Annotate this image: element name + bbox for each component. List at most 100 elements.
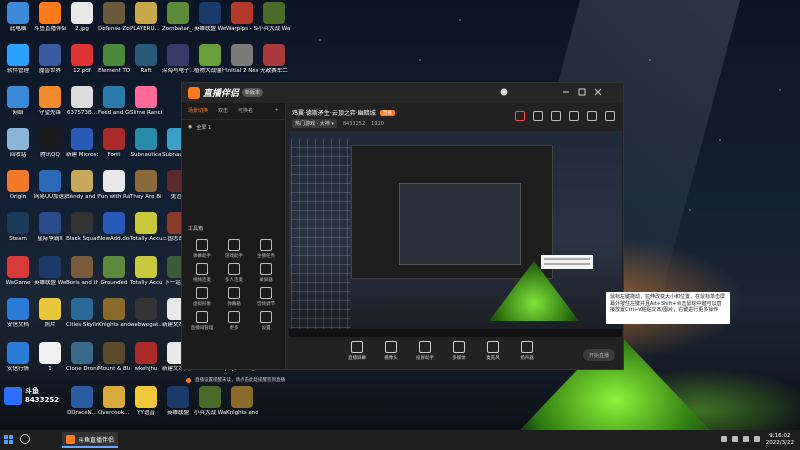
tool-item[interactable]: 直播间管理 bbox=[186, 311, 218, 331]
volume-icon[interactable] bbox=[743, 436, 749, 442]
desktop-icon[interactable]: 637573B... bbox=[66, 86, 98, 117]
desktop-icon[interactable]: Mount & Blade II ... bbox=[98, 342, 130, 373]
settings-icon[interactable] bbox=[587, 111, 597, 121]
desktop-icon[interactable]: Totally Accurate... bbox=[130, 212, 162, 243]
desktop-icon[interactable]: 腾讯QQ bbox=[34, 128, 66, 159]
desktop-icon[interactable]: 小兵大战 Warpips bbox=[194, 386, 226, 417]
desktop-icon[interactable]: 安信文档 bbox=[2, 298, 34, 329]
desktop-icon[interactable]: Knights and Merchants... bbox=[226, 386, 258, 417]
avatar-icon[interactable] bbox=[500, 88, 508, 96]
desktop-icon[interactable]: 英雄联盟 bbox=[162, 386, 194, 417]
desktop-icon[interactable]: Warpips - Soundtrack bbox=[226, 2, 258, 33]
scene-item[interactable]: ◉ 全屏 1 bbox=[182, 120, 285, 135]
desktop-icon[interactable]: 1 bbox=[34, 342, 66, 373]
desktop-icon[interactable]: 安信行情 bbox=[2, 342, 34, 373]
bottom-tool[interactable]: 投屏助手 bbox=[414, 341, 436, 361]
tool-item[interactable]: 音频调节 bbox=[250, 287, 282, 307]
desktop-icon[interactable]: They Are Billions bbox=[130, 170, 162, 201]
desktop-icon[interactable]: 软件管理 bbox=[2, 44, 34, 75]
desktop-icon[interactable]: Overcook... 2 bbox=[98, 386, 130, 417]
desktop-icon[interactable]: 无敌赛车二 bbox=[258, 44, 290, 75]
bottom-tool[interactable]: 摄像头 bbox=[380, 341, 402, 361]
notice-bar[interactable]: 直播设置提醒未读，请点击此处提醒签到直播 bbox=[186, 377, 285, 383]
desktop-icon[interactable]: Fortt bbox=[98, 128, 130, 159]
tab-scene-3[interactable]: 可换名 bbox=[238, 107, 253, 115]
tool-item[interactable]: 弹幕助手 bbox=[186, 239, 218, 259]
desktop-icon[interactable]: Knights and Merchants bbox=[98, 298, 130, 329]
close-icon[interactable] bbox=[594, 88, 602, 96]
tool-item[interactable]: 主播任务 bbox=[250, 239, 282, 259]
add-scene-icon[interactable]: + bbox=[275, 107, 279, 115]
desktop-icon[interactable]: 回收站 bbox=[2, 128, 34, 159]
desktop-icon[interactable]: 英雄联盟 WeGame版 bbox=[34, 256, 66, 287]
tool-item[interactable]: 设置 bbox=[250, 311, 282, 331]
desktop-icon[interactable]: 斗鱼直播伴侣 bbox=[34, 2, 66, 33]
desktop-icon[interactable]: 照片 bbox=[34, 298, 66, 329]
tool-item[interactable]: 更多 bbox=[218, 311, 250, 331]
desktop-icon[interactable]: Feed and Grow Fish bbox=[98, 86, 130, 117]
desktop-icon[interactable]: 2.jpg bbox=[66, 2, 98, 33]
room-title[interactable]: 鸡翼·德斯矛生·云顶之弈·幽暗城 bbox=[292, 108, 376, 117]
desktop-icon[interactable]: webwegat... bbox=[130, 298, 162, 329]
stream-preview[interactable] bbox=[289, 131, 622, 337]
desktop-icon[interactable]: 网易UU加速器 bbox=[34, 170, 66, 201]
minimize-icon[interactable] bbox=[562, 88, 570, 96]
tab-scene-switch[interactable]: 场景切换 bbox=[188, 107, 208, 115]
bottom-tool[interactable]: 扬声器 bbox=[516, 341, 538, 361]
window-titlebar[interactable]: 直播伴侣 新版本 bbox=[182, 83, 623, 103]
share-icon[interactable] bbox=[605, 111, 615, 121]
desktop-icon[interactable]: 魔兽世界 bbox=[34, 44, 66, 75]
desktop-icon[interactable]: Boris and the Dar... bbox=[66, 256, 98, 287]
desktop-icon[interactable]: Subnautica bbox=[130, 128, 162, 159]
taskbar-app-douyu[interactable]: 斗鱼直播伴侣 bbox=[62, 432, 119, 448]
desktop-icon[interactable]: PLAYERU... BATTLEGR... bbox=[130, 2, 162, 33]
tool-item[interactable]: 弹幕箱 bbox=[218, 287, 250, 307]
desktop-icon[interactable]: Fun with Ragdoll... bbox=[98, 170, 130, 201]
douyu-live-companion-window[interactable]: 直播伴侣 新版本 场景切换 双击 可换名 + ◉ 全屏 1 工具箱 弹幕助手 游戏… bbox=[181, 82, 624, 383]
version-badge[interactable]: 新版本 bbox=[242, 88, 264, 97]
desktop-icon[interactable]: Zombatar_... bbox=[162, 2, 194, 33]
input-method-icon[interactable] bbox=[754, 436, 760, 442]
desktop-icon[interactable]: Cities Skylines bbox=[66, 298, 98, 329]
desktop-icon[interactable]: 小兵大战 Warpips ... bbox=[258, 2, 290, 33]
bag-icon[interactable] bbox=[551, 111, 561, 121]
eye-icon[interactable]: ◉ bbox=[188, 124, 192, 131]
category-select[interactable]: 热门游戏 · 大神 ▾ bbox=[292, 119, 337, 128]
desktop-icon[interactable]: Raft bbox=[130, 44, 162, 75]
desktop-icon[interactable]: 新建 Microsoft ... bbox=[66, 128, 98, 159]
tray-chevron-icon[interactable] bbox=[721, 436, 727, 442]
desktop-icon[interactable]: 植物大战僵尸2010年度版 bbox=[194, 44, 226, 75]
system-clock[interactable]: 9:16:02 2022/3/22 bbox=[766, 433, 794, 447]
desktop-icon[interactable]: Grounded bbox=[98, 256, 130, 287]
desktop-icon[interactable]: Clone Drone in t... bbox=[66, 342, 98, 373]
maximize-icon[interactable] bbox=[578, 88, 586, 96]
desktop-icon[interactable]: Defense Zone 3 Ul... bbox=[98, 2, 130, 33]
gift-icon[interactable] bbox=[515, 111, 525, 121]
search-icon[interactable] bbox=[20, 434, 30, 444]
desktop-icon[interactable]: DDraceN... bbox=[66, 386, 98, 417]
desktop-icon[interactable]: Black Squad bbox=[66, 212, 98, 243]
desktop-icon[interactable]: 深海与电子... bbox=[162, 44, 194, 75]
desktop-icon[interactable]: NewAdd.docx bbox=[98, 212, 130, 243]
desktop-icon[interactable]: 守望先锋 bbox=[34, 86, 66, 117]
desktop-icon[interactable]: Initial 2 New Stone bbox=[226, 44, 258, 75]
desktop-icon[interactable]: 星际争霸II bbox=[34, 212, 66, 243]
tool-item[interactable]: 录屏器 bbox=[250, 263, 282, 283]
desktop-icon[interactable]: WeGame bbox=[2, 256, 34, 287]
tool-item[interactable]: 虚拟形象 bbox=[186, 287, 218, 307]
desktop-icon[interactable]: Bendy and the Ink ... bbox=[66, 170, 98, 201]
lock-icon[interactable] bbox=[533, 111, 543, 121]
bottom-tool[interactable]: 直播屏幕 bbox=[346, 341, 368, 361]
desktop-icon[interactable]: 英雄联盟 WeGame版 bbox=[194, 2, 226, 33]
desktop-icon[interactable]: Origin bbox=[2, 170, 34, 201]
desktop-icon[interactable]: 12.pdf bbox=[66, 44, 98, 75]
chart-icon[interactable] bbox=[569, 111, 579, 121]
desktop-icon[interactable]: 此电脑 bbox=[2, 2, 34, 33]
desktop-icon[interactable]: Slime Rancher bbox=[130, 86, 162, 117]
tab-scene-2[interactable]: 双击 bbox=[218, 107, 228, 115]
network-icon[interactable] bbox=[732, 436, 738, 442]
desktop-icon[interactable]: Element TD 2 bbox=[98, 44, 130, 75]
desktop-icon[interactable]: Totally Accurate... bbox=[130, 256, 162, 287]
desktop-icon[interactable]: YY语音 bbox=[130, 386, 162, 417]
windows-start-icon[interactable] bbox=[4, 435, 14, 445]
